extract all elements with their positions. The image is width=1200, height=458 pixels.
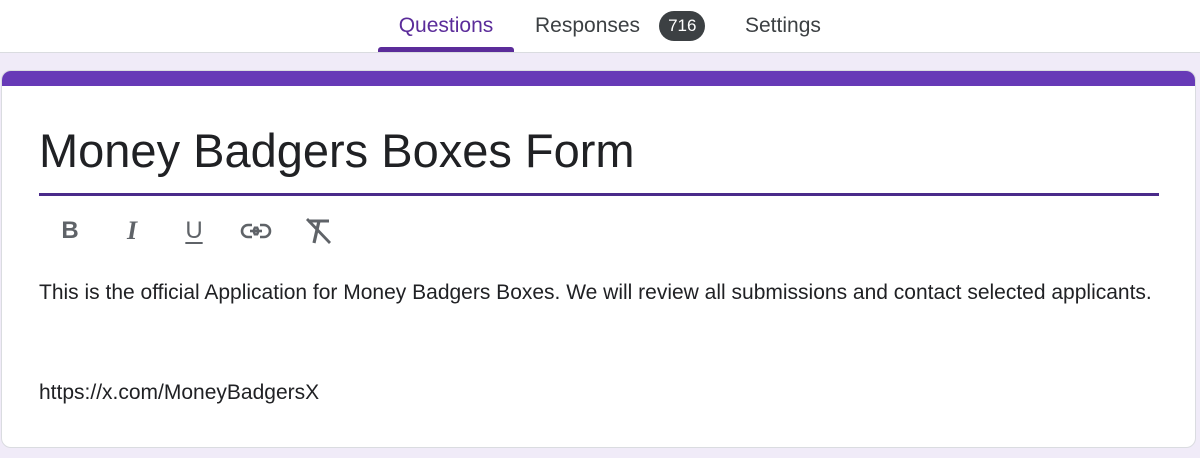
formatting-toolbar: B I U xyxy=(52,211,362,251)
tab-questions[interactable]: Questions xyxy=(378,0,514,52)
tab-settings[interactable]: Settings xyxy=(745,0,821,52)
responses-count-badge: 716 xyxy=(659,11,706,41)
form-header-card: Money Badgers Boxes Form B I U This is t… xyxy=(1,70,1196,448)
title-focus-underline xyxy=(39,193,1159,196)
top-tab-bar: Questions Responses 716 Settings xyxy=(0,0,1200,53)
tab-settings-label: Settings xyxy=(745,14,821,37)
form-title-input[interactable]: Money Badgers Boxes Form xyxy=(39,121,1159,181)
tab-responses[interactable]: Responses 716 xyxy=(535,0,706,52)
form-description[interactable]: This is the official Application for Mon… xyxy=(39,276,1159,309)
underline-icon[interactable]: U xyxy=(176,213,212,249)
bold-icon[interactable]: B xyxy=(52,213,88,249)
form-description-link[interactable]: https://x.com/MoneyBadgersX xyxy=(39,376,319,409)
italic-icon[interactable]: I xyxy=(114,213,150,249)
clear-formatting-icon[interactable] xyxy=(300,213,336,249)
link-icon[interactable] xyxy=(238,213,274,249)
active-tab-indicator xyxy=(378,47,514,52)
card-accent-bar xyxy=(2,71,1195,86)
tab-responses-label: Responses xyxy=(535,14,641,37)
tab-questions-label: Questions xyxy=(398,14,494,37)
